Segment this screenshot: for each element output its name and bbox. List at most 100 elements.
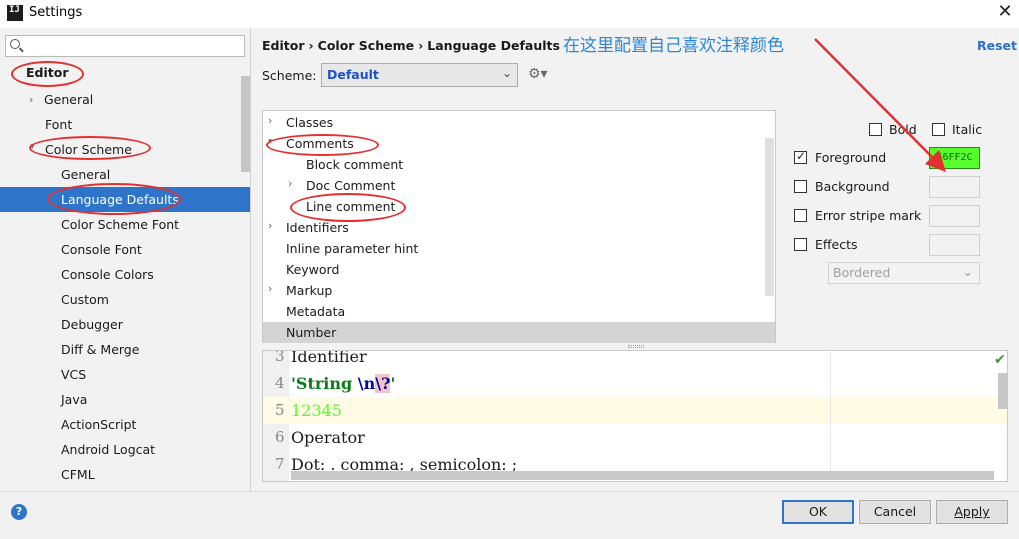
preview-vertical-scrollbar[interactable] <box>998 373 1007 409</box>
code-text: Identifier <box>291 350 367 366</box>
error-stripe-color-swatch[interactable] <box>929 205 980 227</box>
chevron-right-icon[interactable]: › <box>268 219 272 232</box>
preview-horizontal-scrollbar[interactable] <box>291 471 994 480</box>
chevron-down-icon: ⌄ <box>962 264 973 279</box>
attr-item-label: Classes <box>286 115 334 130</box>
help-icon[interactable]: ? <box>11 504 27 520</box>
attr-item-label: Doc Comment <box>306 178 396 193</box>
attributes-scrollbar[interactable] <box>765 138 774 296</box>
number-token: 12345 <box>291 401 342 420</box>
attr-item-label: Keyword <box>286 262 340 277</box>
sidebar-item-label: CFML <box>61 467 95 482</box>
code-preview[interactable]: 3 Identifier 4 'String \n\?' 5 12345 6 O… <box>262 350 1008 482</box>
line-number: 6 <box>275 428 285 446</box>
scheme-value: Default <box>327 67 379 82</box>
intellij-logo-icon: IJ <box>7 5 23 21</box>
apply-button[interactable]: Apply <box>936 500 1008 524</box>
background-color-swatch[interactable] <box>929 176 980 198</box>
sidebar-item-label: ActionScript <box>61 417 137 432</box>
sidebar-item-console-colors[interactable]: Console Colors <box>61 262 154 287</box>
attr-item-label: Metadata <box>286 304 346 319</box>
attr-item-inline-parameter-hint[interactable]: Inline parameter hint <box>286 238 418 259</box>
escape-token: \n <box>357 374 376 393</box>
effects-dropdown[interactable]: Bordered ⌄ <box>828 262 980 284</box>
attr-item-label: Number <box>286 325 337 340</box>
sidebar-item-debugger[interactable]: Debugger <box>61 312 123 337</box>
sidebar-item-label: Java <box>61 392 88 407</box>
chevron-right-icon[interactable]: › <box>268 282 272 295</box>
sidebar-item-console-font[interactable]: Console Font <box>61 237 142 262</box>
attr-item-label: Markup <box>286 283 333 298</box>
sidebar-item-label: Color Scheme Font <box>61 217 180 232</box>
error-stripe-label: Error stripe mark <box>815 208 922 223</box>
sidebar-item-font[interactable]: Font <box>45 112 72 137</box>
effects-value: Bordered <box>833 265 891 280</box>
settings-search-input[interactable] <box>5 35 245 57</box>
invalid-escape-token: \? <box>375 374 391 393</box>
breadcrumb-separator: › <box>418 38 424 53</box>
sidebar-item-actionscript[interactable]: ActionScript <box>61 412 136 437</box>
sidebar-item-custom[interactable]: Custom <box>61 287 109 312</box>
sidebar-item-java[interactable]: Java <box>61 387 87 412</box>
highlight-ring-language-defaults <box>47 183 181 215</box>
sidebar-item-label: Console Colors <box>61 267 154 282</box>
chevron-right-icon[interactable]: › <box>29 93 33 106</box>
background-label: Background <box>815 179 890 194</box>
annotation-note: 在这里配置自己喜欢注释颜色 <box>563 36 784 56</box>
line-number: 7 <box>275 455 285 473</box>
sidebar-item-vcs[interactable]: VCS <box>61 362 86 387</box>
search-icon <box>10 39 20 49</box>
close-icon[interactable]: ✕ <box>994 2 1016 24</box>
attr-item-label: Inline parameter hint <box>286 241 419 256</box>
gear-icon[interactable]: ⚙▾ <box>528 66 548 82</box>
apply-label: Apply <box>954 504 990 519</box>
code-text: Operator <box>291 428 365 447</box>
ok-button[interactable]: OK <box>782 500 854 524</box>
settings-sidebar: Editor › General Font ▾ Color Scheme Gen… <box>0 28 251 491</box>
breadcrumb-separator: › <box>308 38 314 53</box>
checkmark-icon: ✔ <box>994 352 1006 368</box>
sidebar-item-diff-merge[interactable]: Diff & Merge <box>61 337 139 362</box>
breadcrumb: Editor › Color Scheme › Language Defaults <box>262 38 564 53</box>
breadcrumb-color-scheme: Color Scheme <box>317 38 415 53</box>
cancel-button[interactable]: Cancel <box>859 500 931 524</box>
attr-item-metadata[interactable]: Metadata <box>286 301 345 322</box>
string-token: 'String <box>291 374 358 393</box>
attr-item-markup[interactable]: Markup <box>286 280 332 301</box>
attr-item-keyword[interactable]: Keyword <box>286 259 339 280</box>
sidebar-item-label: General <box>44 92 94 107</box>
reset-link[interactable]: Reset <box>977 38 1017 53</box>
code-line: 3 Identifier <box>263 350 1007 370</box>
highlight-ring-color-scheme <box>29 136 151 160</box>
string-token: ' <box>390 374 396 393</box>
foreground-checkbox[interactable] <box>794 149 807 164</box>
sidebar-item-android-logcat[interactable]: Android Logcat <box>61 437 155 462</box>
line-number: 5 <box>275 401 285 419</box>
breadcrumb-language-defaults: Language Defaults <box>427 38 560 53</box>
code-line: 6 Operator <box>263 424 1007 451</box>
chevron-right-icon[interactable]: › <box>288 177 292 190</box>
scheme-dropdown[interactable]: Default ⌄ <box>321 63 518 87</box>
sidebar-item-label: Diff & Merge <box>61 342 140 357</box>
effects-color-swatch[interactable] <box>929 234 980 256</box>
sidebar-item-label: Custom <box>61 292 109 307</box>
sidebar-scrollbar[interactable] <box>241 76 250 172</box>
sidebar-item-label: Console Font <box>61 242 142 257</box>
sidebar-item-color-scheme-font[interactable]: Color Scheme Font <box>61 212 179 237</box>
effects-checkbox[interactable] <box>794 238 807 251</box>
attr-item-label: Identifiers <box>286 220 349 235</box>
attr-item-block-comment[interactable]: Block comment <box>306 154 403 175</box>
splitter-grip[interactable] <box>628 345 644 348</box>
error-stripe-checkbox[interactable] <box>794 209 807 222</box>
sidebar-item-general[interactable]: General <box>44 87 93 112</box>
chevron-right-icon[interactable]: › <box>268 114 272 127</box>
attr-item-classes[interactable]: Classes <box>286 112 333 133</box>
sidebar-item-cfml[interactable]: CFML <box>61 462 95 487</box>
scheme-label: Scheme: <box>262 68 317 83</box>
sidebar-item-label: Android Logcat <box>61 442 156 457</box>
background-checkbox[interactable] <box>794 180 807 193</box>
right-margin-guide <box>830 350 831 480</box>
sidebar-item-label: Font <box>45 117 73 132</box>
attr-item-number[interactable]: Number <box>263 322 775 343</box>
highlight-ring-editor <box>11 61 84 87</box>
